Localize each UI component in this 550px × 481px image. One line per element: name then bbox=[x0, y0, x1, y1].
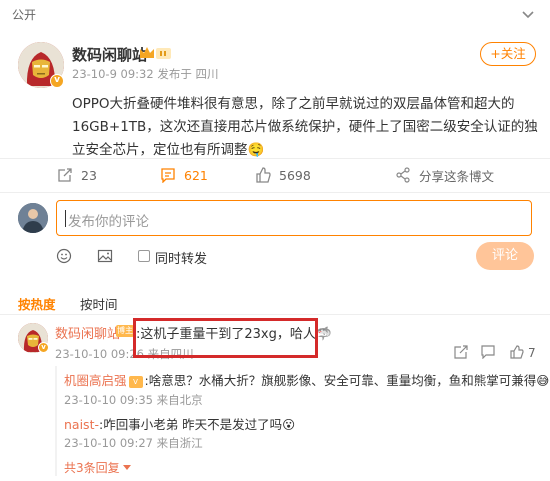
repost-icon bbox=[58, 168, 72, 182]
image-icon[interactable] bbox=[97, 248, 113, 264]
reply-item: naist-:咋回事小老弟 昨天不是发过了吗😮 bbox=[64, 414, 295, 433]
current-user-avatar bbox=[18, 203, 48, 233]
post-meta: 23-10-9 09:32 发布于 四川 bbox=[72, 67, 219, 81]
reply-item: 机圈高启强 V:啥意思？水桶大折？旗舰影像、安全可靠、重量均衡，鱼和熊掌可兼得😅 bbox=[64, 370, 549, 389]
share-icon bbox=[396, 167, 410, 183]
reply-meta: 23-10-10 09:35 来自北京 bbox=[64, 393, 203, 407]
also-repost-checkbox[interactable] bbox=[138, 250, 150, 262]
chevron-down-icon[interactable] bbox=[520, 6, 536, 22]
tab-sort-time[interactable]: 按时间 bbox=[80, 294, 118, 313]
divider bbox=[0, 158, 550, 159]
reply-author-badge: V bbox=[128, 376, 143, 388]
comment-author-name[interactable]: 数码闲聊站 bbox=[55, 323, 120, 342]
verified-badge: v bbox=[50, 74, 64, 88]
like-icon bbox=[256, 167, 271, 183]
emoji-icon[interactable] bbox=[56, 248, 72, 264]
comment-like-icon[interactable] bbox=[510, 345, 524, 359]
more-replies-link[interactable]: 共3条回复 bbox=[64, 459, 132, 476]
flag-icon[interactable] bbox=[454, 345, 468, 359]
also-repost-label: 同时转发 bbox=[155, 252, 208, 267]
comment-input[interactable]: 发布你的评论 bbox=[56, 200, 532, 236]
reply-author-name[interactable]: 机圈高启强 bbox=[64, 373, 127, 388]
text-cursor bbox=[65, 210, 66, 227]
author-tag-badge: 博主 bbox=[116, 325, 134, 337]
comment-button[interactable]: 621 bbox=[160, 164, 208, 186]
reply-thread-rail bbox=[55, 366, 57, 476]
post-text: OPPO大折叠硬件堆料很有意思，除了之前早就说过的双层晶体管和超大的16GB+1… bbox=[72, 96, 538, 158]
comment-placeholder: 发布你的评论 bbox=[68, 214, 149, 230]
vip-crown-icon bbox=[140, 47, 171, 59]
post-action-bar: 23 621 5698 分享这条博文 bbox=[0, 164, 550, 186]
repost-count: 23 bbox=[81, 167, 97, 183]
visibility-bar: 公开 bbox=[0, 0, 550, 30]
highlight-box bbox=[133, 318, 318, 358]
comment-count: 621 bbox=[184, 167, 208, 183]
verified-badge: v bbox=[38, 342, 49, 353]
comment-icon bbox=[161, 168, 175, 183]
reply-icon[interactable] bbox=[481, 345, 495, 359]
reply-meta: 23-10-10 09:27 来自浙江 bbox=[64, 436, 203, 450]
visibility-label: 公开 bbox=[12, 8, 37, 22]
repost-button[interactable]: 23 bbox=[57, 164, 97, 186]
share-button[interactable]: 分享这条博文 bbox=[395, 164, 494, 186]
share-label: 分享这条博文 bbox=[419, 168, 495, 184]
follow-button[interactable]: +关注 bbox=[480, 42, 536, 66]
reply-text: :啥意思？水桶大折？旗舰影像、安全可靠、重量均衡，鱼和熊掌可兼得😅 bbox=[144, 373, 550, 388]
post-author-name[interactable]: 数码闲聊站 bbox=[72, 44, 147, 65]
divider bbox=[0, 314, 550, 315]
weibo-post-page: 公开 v 数码闲聊站 23-10-9 09:32 发布于 四川 +关注 OPPO… bbox=[0, 0, 550, 481]
comment-like-count: 7 bbox=[528, 346, 536, 360]
divider bbox=[0, 192, 550, 193]
more-replies-label: 共3条回复 bbox=[64, 461, 120, 475]
caret-down-icon bbox=[123, 465, 132, 470]
like-button[interactable]: 5698 bbox=[255, 164, 311, 186]
like-count: 5698 bbox=[279, 167, 311, 183]
reply-text: :咋回事小老弟 昨天不是发过了吗😮 bbox=[98, 417, 296, 432]
reply-author-name[interactable]: naist- bbox=[64, 417, 99, 432]
submit-comment-button[interactable]: 评论 bbox=[476, 242, 534, 270]
tab-sort-hot[interactable]: 按热度 bbox=[18, 294, 56, 313]
